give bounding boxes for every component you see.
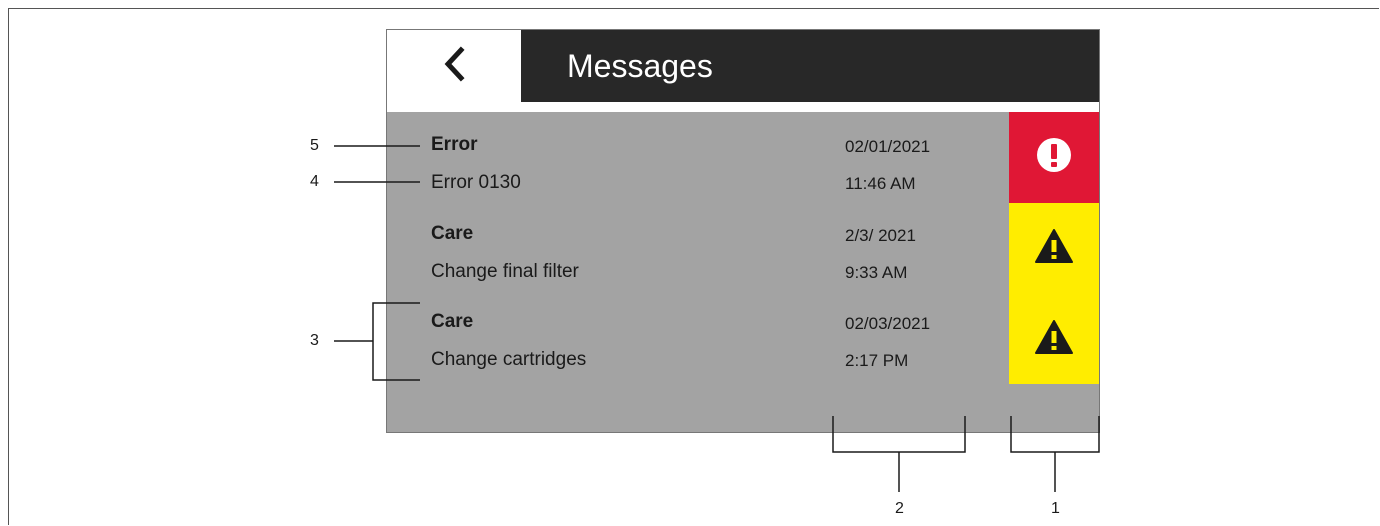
back-button[interactable] xyxy=(387,30,521,102)
message-time: 11:46 AM xyxy=(845,174,916,193)
message-date: 2/3/ 2021 xyxy=(845,226,916,245)
callout-3: 3 xyxy=(310,332,319,349)
message-item[interactable]: Care Change cartridges 02/03/2021 2:17 P… xyxy=(387,289,1009,377)
callout-2: 2 xyxy=(895,500,904,517)
message-category: Error xyxy=(431,134,478,155)
title-bar: Messages xyxy=(521,30,1099,102)
callout-5: 5 xyxy=(310,137,319,154)
exclamation-circle-icon xyxy=(1036,137,1072,178)
page-title: Messages xyxy=(567,48,713,84)
message-description: Error 0130 xyxy=(431,172,521,193)
callout-1: 1 xyxy=(1051,500,1060,517)
message-time: 2:17 PM xyxy=(845,351,909,370)
warning-triangle-icon xyxy=(1034,228,1074,269)
chevron-left-icon xyxy=(442,45,466,87)
message-description: Change final filter xyxy=(431,261,579,282)
callout-4: 4 xyxy=(310,173,319,190)
device-screen: Messages Error Error 0130 02/01/2021 11:… xyxy=(386,29,1100,433)
warning-status-indicator xyxy=(1009,294,1099,384)
message-category: Care xyxy=(431,223,474,244)
message-category: Care xyxy=(431,311,474,332)
message-item[interactable]: Care Change final filter 2/3/ 2021 9:33 … xyxy=(387,201,1009,289)
warning-triangle-icon xyxy=(1034,319,1074,360)
message-description: Change cartridges xyxy=(431,349,587,370)
message-item[interactable]: Error Error 0130 02/01/2021 11:46 AM xyxy=(387,112,1009,200)
message-date: 02/03/2021 xyxy=(845,314,931,333)
message-date: 02/01/2021 xyxy=(845,137,931,156)
message-time: 9:33 AM xyxy=(845,263,908,282)
error-status-indicator xyxy=(1009,112,1099,203)
screen-header: Messages xyxy=(387,30,1099,112)
warning-status-indicator xyxy=(1009,203,1099,294)
message-list: Error Error 0130 02/01/2021 11:46 AM Car… xyxy=(387,112,1009,432)
